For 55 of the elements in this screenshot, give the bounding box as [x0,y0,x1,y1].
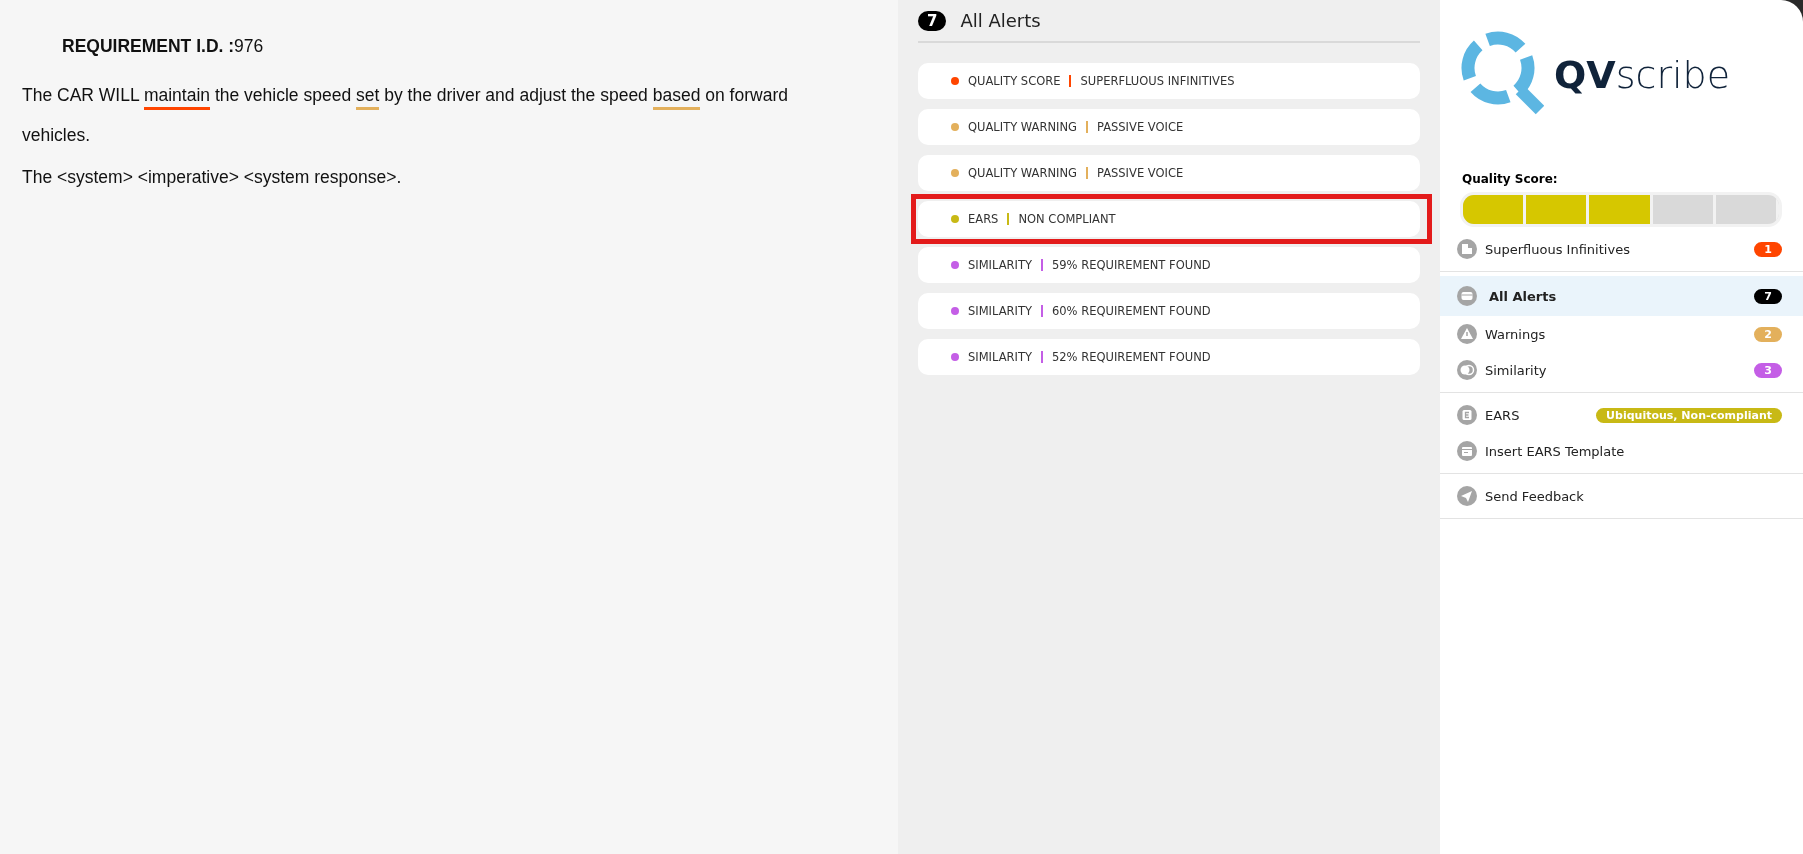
alert-card[interactable]: SIMILARITY 60% REQUIREMENT FOUND [918,293,1420,329]
separator-bar [1041,305,1043,317]
alert-category: SIMILARITY [968,304,1032,318]
count-badge: 3 [1754,362,1782,378]
alert-card[interactable]: QUALITY WARNING PASSIVE VOICE [918,155,1420,191]
quality-score-label: Quality Score: [1462,172,1559,186]
requirement-text: The CAR WILL maintain the vehicle speed set by the driver and adjust the speed based on forward vehicles. [22,84,789,147]
sidebar-item[interactable]: Insert EARS Template [1440,433,1803,469]
separator-bar [1085,121,1088,133]
count-badge: 1 [1754,241,1782,257]
logo-text: QVscribe [1554,53,1731,97]
alert-card[interactable]: QUALITY SCORE SUPERFLUOUS INFINITIVES [918,63,1420,99]
letter-e-icon [1457,405,1477,425]
separator-bar [1007,213,1010,225]
sidebar-item[interactable]: Warnings 2 [1440,316,1803,352]
alert-detail: PASSIVE VOICE [1096,166,1184,180]
alert-category: EARS [968,212,999,226]
alert-count-badge: 7 [918,10,947,31]
ears-template-text: The <system> <imperative> <system response>. [22,167,403,188]
separator-bar [1069,75,1072,87]
alert-detail: 59% REQUIREMENT FOUND [1052,258,1211,272]
alert-detail: 60% REQUIREMENT FOUND [1052,304,1211,318]
alert-category: QUALITY SCORE [968,74,1061,88]
requirement-label: REQUIREMENT I.D. : [62,36,235,56]
count-badge: 7 [1754,288,1782,304]
alert-card[interactable]: SIMILARITY 59% REQUIREMENT FOUND [918,247,1420,283]
requirement-id: 976 [234,36,264,56]
alert-detail: SUPERFLUOUS INFINITIVES [1080,74,1235,88]
block-icon [1457,239,1477,259]
separator-bar [1041,259,1043,271]
separator-bar [1041,351,1043,363]
alerts-title: All Alerts [960,10,1041,31]
alert-detail: PASSIVE VOICE [1096,120,1184,134]
sidebar-item[interactable]: All Alerts 7 [1440,276,1803,316]
alert-category: QUALITY WARNING [968,120,1077,134]
alert-card[interactable]: QUALITY WARNING PASSIVE VOICE [918,109,1420,145]
tray-icon [1457,286,1477,306]
calendar-icon [1457,441,1477,461]
sidebar-item[interactable]: Similarity 3 [1440,352,1803,388]
alert-detail: 52% REQUIREMENT FOUND [1052,350,1211,364]
overlap-circles-icon [1457,360,1477,380]
alert-category: SIMILARITY [968,350,1032,364]
separator-bar [1085,167,1088,179]
sidebar-item[interactable]: Superfluous Infinitives 1 [1440,231,1803,267]
paper-plane-icon [1457,486,1477,506]
warning-icon [1457,324,1477,344]
alert-category: SIMILARITY [968,258,1032,272]
alert-card[interactable]: EARS NON COMPLIANT [918,201,1420,237]
alert-detail: NON COMPLIANT [1018,212,1116,226]
alert-category: QUALITY WARNING [968,166,1077,180]
count-badge: 2 [1754,326,1782,342]
alert-card[interactable]: SIMILARITY 52% REQUIREMENT FOUND [918,339,1420,375]
count-badge: Ubiquitous, Non-compliant [1596,407,1782,423]
sidebar-item[interactable]: EARS Ubiquitous, Non-compliant [1440,397,1803,433]
sidebar-item[interactable]: Send Feedback [1440,478,1803,514]
